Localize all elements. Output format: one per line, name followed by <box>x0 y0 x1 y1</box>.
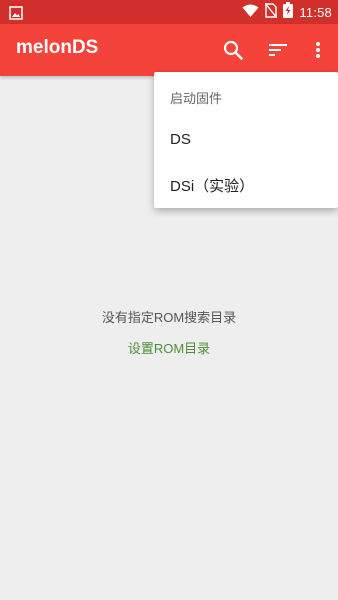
set-rom-directory-link[interactable]: 设置ROM目录 <box>128 341 210 356</box>
menu-header: 启动固件 <box>170 91 223 106</box>
wifi-icon <box>242 3 259 22</box>
app-title: melonDS <box>16 37 99 58</box>
status-bar: 11:58 <box>0 0 338 24</box>
menu-item-label: DSi（实验） <box>170 178 255 195</box>
more-vert-icon[interactable] <box>306 38 330 62</box>
clock: 11:58 <box>299 4 332 20</box>
empty-state-link-row: 设置ROM目录 <box>0 338 338 357</box>
search-icon[interactable] <box>221 38 245 62</box>
app-bar: melonDS <box>0 24 338 76</box>
menu-item-ds[interactable]: DS <box>154 120 338 162</box>
empty-state-message: 没有指定ROM搜索目录 <box>101 310 237 325</box>
menu-item-label: DS <box>170 131 191 148</box>
menu-item-dsi[interactable]: DSi（实验） <box>154 164 338 206</box>
no-sim-icon <box>264 2 278 22</box>
status-icons: 11:58 <box>242 0 332 24</box>
sort-icon[interactable] <box>266 38 290 62</box>
image-notification-icon <box>9 5 23 24</box>
battery-charging-icon <box>283 2 294 22</box>
